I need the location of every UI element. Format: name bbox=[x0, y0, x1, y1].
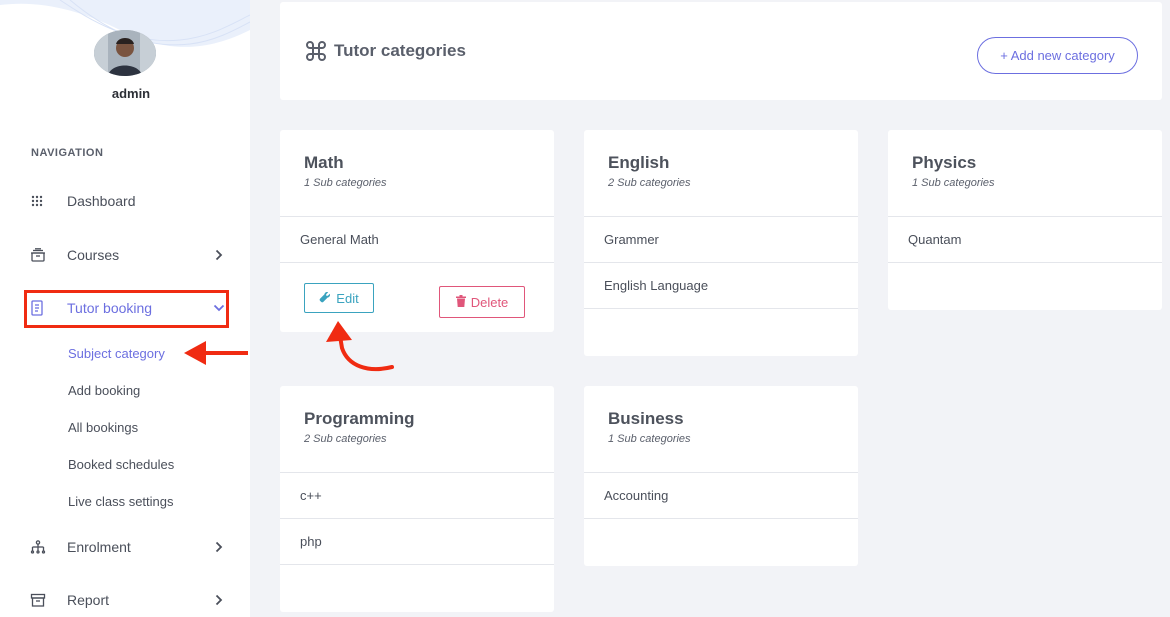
sidebar-item-enrolment[interactable]: Enrolment bbox=[30, 532, 226, 562]
avatar[interactable] bbox=[94, 30, 156, 76]
card-footer bbox=[584, 308, 858, 354]
command-icon bbox=[304, 39, 328, 63]
add-category-button[interactable]: + Add new category bbox=[977, 37, 1138, 74]
card-footer bbox=[584, 518, 858, 564]
card-footer bbox=[888, 262, 1162, 308]
sidebar: admin NAVIGATION Dashboard Courses Tutor… bbox=[0, 0, 250, 617]
subitem-live-class-settings[interactable]: Live class settings bbox=[68, 494, 174, 509]
category-count: 1 Sub categories bbox=[608, 433, 691, 445]
sidebar-item-label: Enrolment bbox=[67, 539, 131, 555]
chevron-right-icon bbox=[212, 593, 226, 607]
subitem-all-bookings[interactable]: All bookings bbox=[68, 420, 138, 435]
delete-label: Delete bbox=[470, 294, 509, 310]
category-count: 1 Sub categories bbox=[912, 177, 995, 189]
annotation-highlight-box bbox=[24, 290, 229, 328]
edit-label: Edit bbox=[336, 290, 359, 306]
delete-button[interactable]: Delete bbox=[439, 286, 525, 318]
category-card-programming: Programming 2 Sub categories c++ php bbox=[280, 386, 554, 612]
category-count: 1 Sub categories bbox=[304, 177, 387, 189]
subcategory-row: php bbox=[280, 518, 554, 564]
subcategory-row: English Language bbox=[584, 262, 858, 308]
sidebar-item-label: Report bbox=[67, 592, 110, 608]
chevron-right-icon bbox=[212, 248, 226, 262]
category-card-math: Math 1 Sub categories General Math Edit … bbox=[280, 130, 554, 332]
subitem-booked-schedules[interactable]: Booked schedules bbox=[68, 457, 174, 472]
card-footer bbox=[280, 564, 554, 610]
subcategory-row: c++ bbox=[280, 472, 554, 518]
page-header: Tutor categories + Add new category bbox=[280, 2, 1162, 100]
category-card-business: Business 1 Sub categories Accounting bbox=[584, 386, 858, 566]
hierarchy-icon bbox=[30, 537, 56, 557]
wrench-icon bbox=[319, 291, 331, 306]
sidebar-item-label: Dashboard bbox=[67, 193, 136, 209]
layers-icon bbox=[30, 245, 56, 265]
category-card-physics: Physics 1 Sub categories Quantam bbox=[888, 130, 1162, 310]
page-title-text: Tutor categories bbox=[334, 41, 466, 60]
category-count: 2 Sub categories bbox=[304, 433, 387, 445]
category-count: 2 Sub categories bbox=[608, 177, 691, 189]
subcategory-row: Accounting bbox=[584, 472, 858, 518]
subitem-subject-category[interactable]: Subject category bbox=[68, 346, 165, 361]
category-title: Physics bbox=[912, 153, 977, 172]
page-title: Tutor categories bbox=[304, 39, 466, 63]
divider bbox=[280, 262, 554, 263]
chevron-right-icon bbox=[212, 540, 226, 554]
sidebar-item-dashboard[interactable]: Dashboard bbox=[30, 186, 226, 216]
sidebar-item-courses[interactable]: Courses bbox=[30, 240, 226, 270]
category-title: English bbox=[608, 153, 670, 172]
nav-heading: NAVIGATION bbox=[31, 147, 104, 159]
username: admin bbox=[111, 86, 151, 101]
sidebar-item-label: Courses bbox=[67, 247, 120, 263]
subcategory-row: Quantam bbox=[888, 216, 1162, 262]
sidebar-item-report[interactable]: Report bbox=[30, 585, 226, 615]
category-title: Business bbox=[608, 409, 684, 428]
grid-dots-icon bbox=[30, 191, 56, 211]
category-title: Math bbox=[304, 153, 344, 172]
category-card-english: English 2 Sub categories Grammer English… bbox=[584, 130, 858, 356]
subcategory-row: General Math bbox=[280, 216, 554, 262]
archive-icon bbox=[30, 590, 56, 610]
edit-button[interactable]: Edit bbox=[304, 283, 374, 313]
category-title: Programming bbox=[304, 409, 415, 428]
subitem-add-booking[interactable]: Add booking bbox=[68, 383, 140, 398]
subcategory-row: Grammer bbox=[584, 216, 858, 262]
trash-icon bbox=[455, 294, 466, 310]
